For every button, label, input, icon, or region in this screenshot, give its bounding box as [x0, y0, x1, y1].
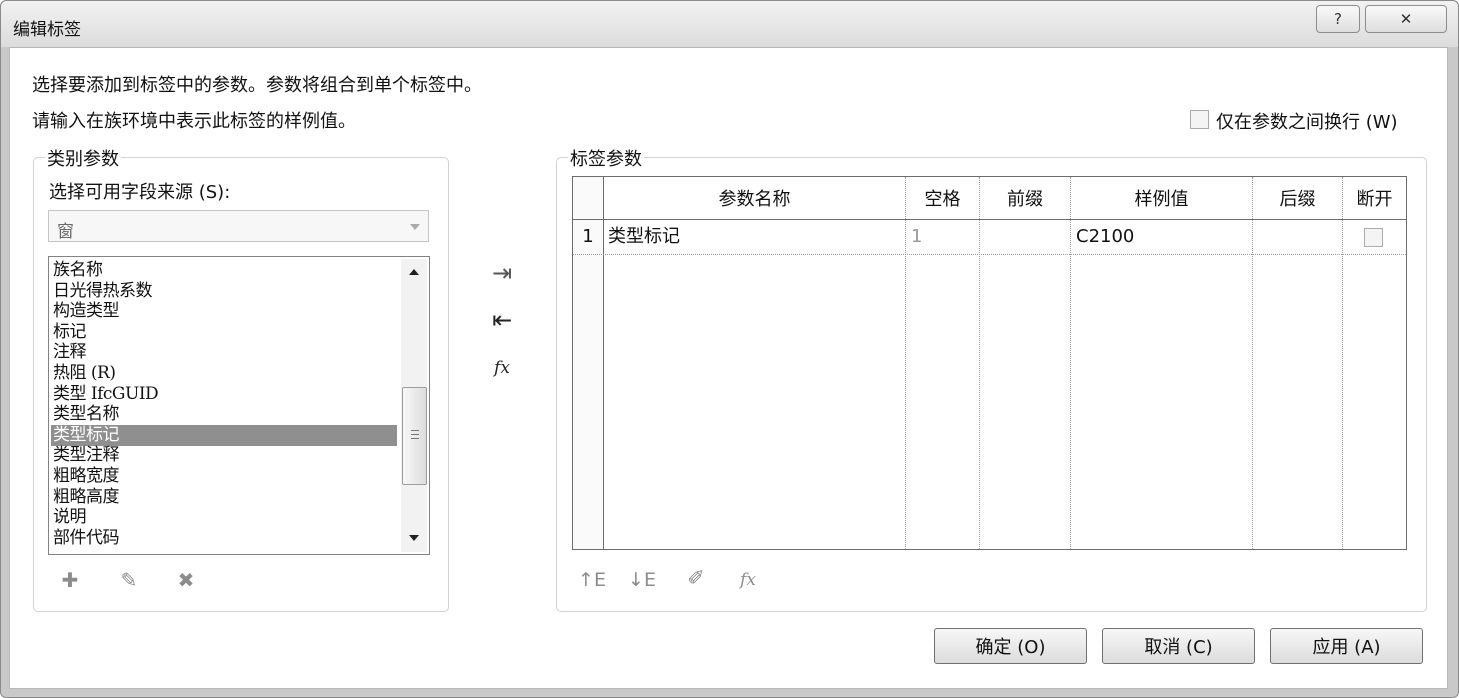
column-header-suffix[interactable]: 后缀	[1253, 177, 1342, 219]
field-list-item[interactable]: 构造类型	[53, 301, 397, 322]
help-icon: ?	[1334, 10, 1342, 28]
column-divider	[905, 177, 906, 549]
field-list-item[interactable]: 日光得热系数	[53, 281, 397, 302]
chevron-down-icon	[410, 224, 420, 230]
wrap-checkbox-label: 仅在参数之间换行 (W)	[1216, 112, 1398, 133]
field-list-item[interactable]: 粗略宽度	[53, 466, 397, 487]
edit-formula-icon[interactable]: fx	[732, 566, 764, 594]
move-up-icon[interactable]: ↑E	[576, 566, 608, 594]
available-fields-list[interactable]: 族名称 日光得热系数 构造类型 标记 注释 热阻 (R) 类型 IfcGUID 类型名称 类型标…	[48, 256, 430, 555]
grip-line	[411, 430, 419, 431]
field-list-item[interactable]: 族名称	[53, 260, 397, 281]
cell-spaces[interactable]: 1	[911, 220, 975, 254]
column-header-sample[interactable]: 样例值	[1071, 177, 1252, 219]
column-header-prefix[interactable]: 前缀	[980, 177, 1070, 219]
cell-suffix[interactable]	[1257, 220, 1337, 254]
field-list-item[interactable]: 类型名称	[53, 404, 397, 425]
grip-line	[411, 438, 419, 439]
title-bar: 编辑标签 ? ✕	[1, 1, 1458, 47]
field-list-item[interactable]: 部件代码	[53, 528, 397, 549]
column-header-name[interactable]: 参数名称	[604, 177, 905, 219]
break-checkbox[interactable]	[1364, 228, 1383, 247]
close-button[interactable]: ✕	[1365, 5, 1447, 33]
instruction-line-1: 选择要添加到标签中的参数。参数将组合到单个标签中。	[32, 75, 482, 96]
label-parameters-label: 标签参数	[568, 145, 644, 171]
column-divider	[979, 177, 980, 549]
wrap-checkbox[interactable]	[1190, 110, 1209, 129]
category-parameters-label: 类别参数	[45, 145, 121, 171]
column-header-spaces[interactable]: 空格	[906, 177, 979, 219]
cell-parameter-name[interactable]: 类型标记	[608, 220, 898, 254]
field-list-item[interactable]: 类型注释	[53, 445, 397, 466]
wrap-option[interactable]: 仅在参数之间换行 (W)	[1190, 108, 1422, 133]
row-divider	[573, 254, 1406, 255]
column-divider	[1252, 177, 1253, 549]
column-divider	[1070, 177, 1071, 549]
cell-prefix[interactable]	[983, 220, 1067, 254]
grip-line	[411, 434, 419, 435]
column-header-break[interactable]: 断开	[1343, 177, 1406, 219]
fields-scrollbar[interactable]	[401, 259, 427, 552]
field-list-item[interactable]: 类型 IfcGUID	[53, 384, 397, 405]
field-list-item[interactable]: 粗略高度	[53, 487, 397, 508]
column-divider	[1342, 177, 1343, 549]
new-parameter-icon[interactable]: ✚	[57, 566, 83, 594]
column-divider	[603, 177, 604, 549]
scroll-down-icon[interactable]	[409, 535, 419, 541]
add-parameter-icon[interactable]: ⇥	[484, 258, 520, 288]
field-list-item[interactable]: 标记	[53, 322, 397, 343]
formula-icon[interactable]: fx	[488, 355, 516, 381]
edit-parameter-icon[interactable]: ✎	[116, 566, 142, 594]
remove-parameter-icon[interactable]: ⇤	[484, 305, 520, 335]
cell-sample-value[interactable]: C2100	[1076, 220, 1246, 254]
field-source-select[interactable]: 窗	[48, 210, 429, 242]
row-index: 1	[582, 226, 594, 247]
field-list-item[interactable]: 类型标记	[51, 424, 397, 446]
scrollbar-thumb[interactable]	[402, 387, 427, 485]
close-icon: ✕	[1399, 10, 1413, 28]
field-list-item[interactable]: 注释	[53, 342, 397, 363]
field-source-value: 窗	[57, 222, 74, 242]
field-list-item[interactable]: 热阻 (R)	[53, 363, 397, 384]
field-list-item[interactable]: 说明	[53, 507, 397, 528]
scroll-up-icon[interactable]	[409, 269, 419, 275]
ok-button[interactable]: 确定 (O)	[934, 628, 1087, 664]
edit-label-icon[interactable]: ✐	[680, 564, 712, 592]
delete-parameter-icon[interactable]: ✖	[173, 566, 199, 594]
move-down-icon[interactable]: ↓E	[626, 566, 658, 594]
label-parameters-table: 参数名称 空格 前缀 样例值 后缀 断开 1 类型标记 1 C2100	[572, 176, 1407, 550]
field-source-label: 选择可用字段来源 (S):	[49, 182, 231, 203]
dialog-title: 编辑标签	[13, 20, 81, 40]
instruction-line-2: 请输入在族环境中表示此标签的样例值。	[32, 111, 356, 132]
apply-button[interactable]: 应用 (A)	[1270, 628, 1423, 664]
cancel-button[interactable]: 取消 (C)	[1102, 628, 1255, 664]
help-button[interactable]: ?	[1316, 5, 1360, 33]
